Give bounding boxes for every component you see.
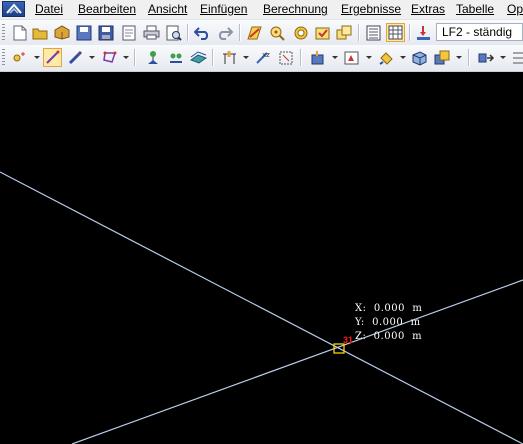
print-list-icon[interactable] <box>119 23 138 42</box>
toolbar-separator <box>300 49 301 66</box>
surface-icon[interactable] <box>189 48 208 67</box>
open-3d-icon[interactable] <box>52 23 71 42</box>
print-preview-icon[interactable] <box>164 23 183 42</box>
app-logo-icon[interactable] <box>2 1 25 17</box>
save-all-icon[interactable] <box>74 23 93 42</box>
model-line-2[interactable] <box>71 279 523 444</box>
copy-dropdown-arrow[interactable] <box>456 56 462 59</box>
menu-berechnung[interactable]: Berechnung <box>263 2 328 17</box>
menu-datei[interactable]: Datei <box>35 2 63 17</box>
coordinate-z-readout: Z: 0.000 m <box>355 331 423 342</box>
toolbar-separator <box>358 24 359 41</box>
menu-ansicht[interactable]: Ansicht <box>148 2 187 17</box>
menu-einfuegen[interactable]: Einfügen <box>200 2 247 17</box>
edit-model-icon[interactable] <box>245 23 264 42</box>
table-grid-icon[interactable] <box>386 23 405 42</box>
model-viewport[interactable]: 31 X: 0.000 m Y: 0.000 m Z: 0.000 m <box>0 72 523 444</box>
menu-optionen[interactable]: Op <box>507 2 523 17</box>
model-canvas[interactable] <box>0 72 523 444</box>
rotate-icon[interactable] <box>377 48 396 67</box>
menu-bearbeiten[interactable]: Bearbeiten <box>78 2 136 17</box>
render-dropdown-arrow[interactable] <box>366 56 372 59</box>
rotate-dropdown-arrow[interactable] <box>400 56 406 59</box>
model-toolbar: xz <box>0 45 523 72</box>
open-folder-icon[interactable] <box>31 23 50 42</box>
toolbar-separator <box>468 49 469 66</box>
toolbar-separator <box>212 49 213 66</box>
coordinate-icon[interactable]: xz <box>253 48 272 67</box>
line-icon[interactable] <box>43 48 62 67</box>
coordinate-x-readout: X: 0.000 m <box>355 303 423 314</box>
toolbar-separator <box>187 24 188 41</box>
toolbar-separator <box>409 24 410 41</box>
undo-icon[interactable] <box>193 23 212 42</box>
windows-icon[interactable] <box>335 23 354 42</box>
search-node-icon[interactable] <box>268 23 287 42</box>
redo-icon[interactable] <box>215 23 234 42</box>
loadcase-icon[interactable] <box>414 23 433 42</box>
standard-toolbar: LF2 - ständig <box>0 20 523 46</box>
grid-icon[interactable] <box>276 48 295 67</box>
arrow-icon[interactable] <box>477 48 496 67</box>
node-icon[interactable] <box>10 48 29 67</box>
find-icon[interactable] <box>291 23 310 42</box>
dimension-dropdown-arrow[interactable] <box>243 56 249 59</box>
printer-icon[interactable] <box>142 23 161 42</box>
table-list-icon[interactable] <box>364 23 383 42</box>
node-dropdown-arrow[interactable] <box>34 56 40 59</box>
add-result-icon[interactable] <box>313 23 332 42</box>
copy-icon[interactable] <box>433 48 452 67</box>
polygon-icon[interactable] <box>100 48 119 67</box>
member-dropdown-arrow[interactable] <box>89 56 95 59</box>
polygon-dropdown-arrow[interactable] <box>123 56 129 59</box>
toolbar-grip[interactable] <box>2 49 5 66</box>
dimension-icon[interactable] <box>220 48 239 67</box>
cube-icon[interactable] <box>410 48 429 67</box>
more-icon[interactable] <box>508 48 523 67</box>
svg-text:xz: xz <box>262 51 270 59</box>
member-icon[interactable] <box>66 48 85 67</box>
view-icon[interactable] <box>308 48 327 67</box>
menu-ergebnisse[interactable]: Ergebnisse <box>341 2 401 17</box>
menu-tabelle[interactable]: Tabelle <box>456 2 494 17</box>
new-file-icon[interactable] <box>10 23 29 42</box>
coordinate-y-readout: Y: 0.000 m <box>355 317 421 328</box>
toolbar-separator <box>134 49 135 66</box>
menu-extras[interactable]: Extras <box>411 2 445 17</box>
toolbar-grip[interactable] <box>2 24 5 41</box>
menu-bar: Datei Bearbeiten Ansicht Einfügen Berech… <box>0 0 523 20</box>
hinge-icon[interactable] <box>166 48 185 67</box>
save-icon[interactable] <box>96 23 115 42</box>
node-number-label: 31 <box>343 335 354 345</box>
loadcase-select[interactable]: LF2 - ständig <box>436 23 523 41</box>
render-icon[interactable] <box>342 48 361 67</box>
view-dropdown-arrow[interactable] <box>332 56 338 59</box>
arrow-dropdown-arrow[interactable] <box>500 56 506 59</box>
toolbar-separator <box>239 24 240 41</box>
support-icon[interactable] <box>144 48 163 67</box>
